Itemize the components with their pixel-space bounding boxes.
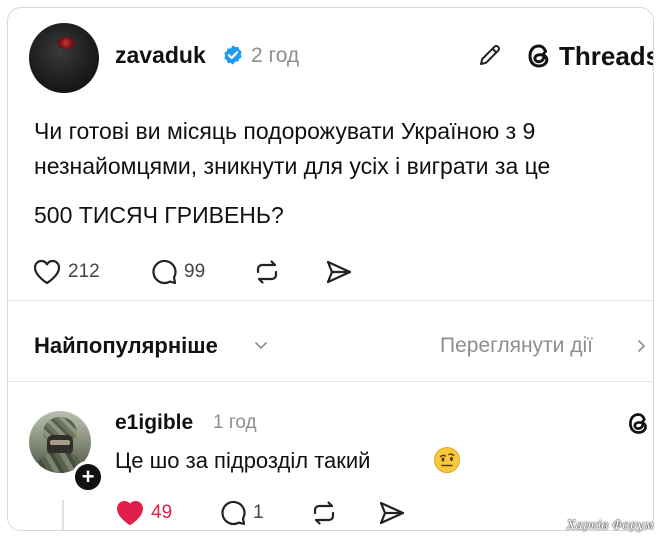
view-activity-link[interactable]: Переглянути дії xyxy=(440,334,593,358)
like-count: 212 xyxy=(68,261,100,282)
comment-repost-button[interactable] xyxy=(309,498,339,528)
commenter-username[interactable]: e1igible xyxy=(115,411,193,435)
divider xyxy=(8,381,653,382)
chevron-right-icon[interactable] xyxy=(635,338,649,354)
author-avatar[interactable] xyxy=(29,23,99,93)
comment-text: Це шо за підрозділ такий xyxy=(115,448,371,473)
comment-reply-button[interactable]: 1 xyxy=(219,498,264,528)
post-time: 2 год xyxy=(251,44,300,67)
post-text-line: незнайомцями, зникнути для усіх і виграт… xyxy=(34,153,551,179)
comment-reply-count: 1 xyxy=(253,502,264,523)
emoji-icon xyxy=(434,447,460,473)
heart-icon xyxy=(33,259,61,285)
threads-brand-label[interactable]: Threads xyxy=(559,41,653,72)
repost-icon xyxy=(313,501,335,525)
watermark: Харків Форум xyxy=(567,518,654,532)
share-button[interactable] xyxy=(324,257,354,287)
post-text: Чи готові ви місяць подорожувати Україно… xyxy=(34,114,644,233)
divider xyxy=(8,300,653,301)
pencil-icon[interactable] xyxy=(477,42,503,68)
repost-button[interactable] xyxy=(252,257,282,287)
share-icon xyxy=(326,260,352,284)
comment-share-button[interactable] xyxy=(377,498,407,528)
chevron-down-icon[interactable] xyxy=(253,337,269,353)
thread-line xyxy=(62,500,64,530)
sort-label[interactable]: Найпопулярніше xyxy=(34,333,218,359)
comment-icon xyxy=(152,259,177,285)
threads-logo-icon[interactable] xyxy=(524,41,554,71)
follow-plus-icon[interactable]: + xyxy=(72,461,104,493)
repost-icon xyxy=(256,260,278,284)
heart-icon xyxy=(117,501,143,525)
post-text-line: 500 ТИСЯЧ ГРИВЕНЬ? xyxy=(34,202,284,228)
comment-icon xyxy=(221,500,246,526)
comment-time: 1 год xyxy=(213,412,257,433)
post-text-line: Чи готові ви місяць подорожувати Україно… xyxy=(34,118,536,144)
comment-like-button[interactable]: 49 xyxy=(115,498,172,528)
reply-button[interactable]: 99 xyxy=(150,257,205,287)
like-button[interactable]: 212 xyxy=(32,257,100,287)
reply-count: 99 xyxy=(184,261,206,282)
author-username[interactable]: zavaduk xyxy=(115,42,206,69)
post-card: zavaduk 2 год Threads Чи готові ви місяц… xyxy=(7,7,654,531)
verified-icon xyxy=(224,45,242,65)
comment-like-count: 49 xyxy=(151,502,173,523)
threads-logo-icon[interactable] xyxy=(625,410,652,437)
share-icon xyxy=(379,501,405,525)
